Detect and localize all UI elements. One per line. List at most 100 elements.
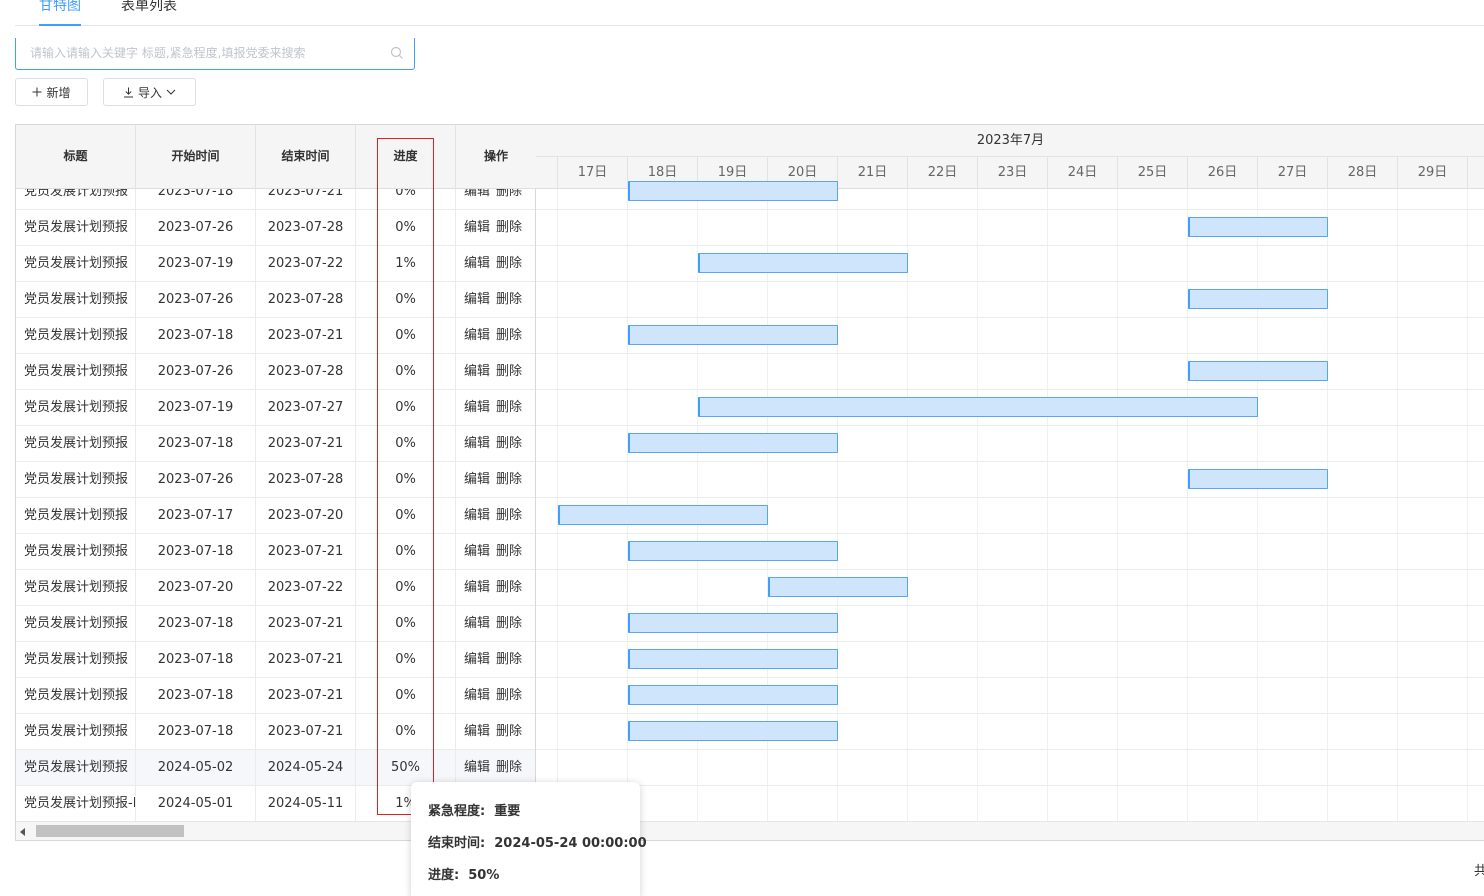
table-row[interactable]: 党员发展计划预报 2023-07-18 2023-07-21 0% 编辑 删除: [16, 318, 535, 354]
task-bar[interactable]: [628, 433, 838, 453]
table-row[interactable]: 党员发展计划预报 2023-07-18 2023-07-21 0% 编辑 删除: [16, 426, 535, 462]
edit-link[interactable]: 编辑: [464, 544, 490, 559]
delete-link[interactable]: 删除: [496, 652, 522, 667]
edit-link[interactable]: 编辑: [464, 616, 490, 631]
delete-link[interactable]: 删除: [496, 436, 522, 451]
delete-link[interactable]: 删除: [496, 724, 522, 739]
delete-link[interactable]: 删除: [496, 580, 522, 595]
cell-start-date: 2023-07-26: [136, 210, 256, 245]
task-bar[interactable]: [628, 613, 838, 633]
table-row[interactable]: 党员发展计划预报 2023-07-18 2023-07-21 0% 编辑 删除: [16, 606, 535, 642]
timeline-gridline: [977, 189, 978, 821]
scrollbar-thumb[interactable]: [36, 825, 184, 837]
delete-link[interactable]: 删除: [496, 220, 522, 235]
cell-title: 党员发展计划预报: [16, 498, 136, 533]
edit-link[interactable]: 编辑: [464, 508, 490, 523]
task-bar[interactable]: [1188, 217, 1328, 237]
edit-link[interactable]: 编辑: [464, 400, 490, 415]
table-row[interactable]: 党员发展计划预报 2023-07-19 2023-07-27 0% 编辑 删除: [16, 390, 535, 426]
edit-link[interactable]: 编辑: [464, 364, 490, 379]
timeline-row-divider: [536, 605, 1484, 606]
cell-actions: 编辑删除: [456, 714, 535, 749]
delete-link[interactable]: 删除: [496, 364, 522, 379]
table-row[interactable]: 党员发展计划预报 2023-07-18 2023-07-21 0% 编辑 删除: [16, 534, 535, 570]
table-row[interactable]: 党员发展计划预报 2023-07-26 2023-07-28 0% 编辑 删除: [16, 282, 535, 318]
timeline-body: [536, 181, 1484, 821]
delete-link[interactable]: 删除: [496, 760, 522, 775]
task-bar[interactable]: [628, 685, 838, 705]
table-row[interactable]: 党员发展计划预报 2023-07-17 2023-07-20 0% 编辑 删除: [16, 498, 535, 534]
delete-link[interactable]: 删除: [496, 189, 522, 199]
timeline-row-divider: [536, 569, 1484, 570]
column-header-title: 标题: [16, 125, 136, 189]
table-row[interactable]: 党员发展计划预报 2023-07-26 2023-07-28 0% 编辑 删除: [16, 354, 535, 390]
search-input[interactable]: [30, 42, 380, 64]
cell-progress: 0%: [356, 426, 456, 461]
tab-gantt[interactable]: 甘特图: [39, 0, 81, 21]
task-bar[interactable]: [628, 181, 838, 201]
edit-link[interactable]: 编辑: [464, 189, 490, 199]
edit-link[interactable]: 编辑: [464, 580, 490, 595]
pagination-total: 共: [1474, 864, 1484, 879]
delete-link[interactable]: 删除: [496, 544, 522, 559]
table-row[interactable]: 党员发展计划预报 2024-05-02 2024-05-24 50% 编辑 删除: [16, 750, 535, 786]
delete-link[interactable]: 删除: [496, 292, 522, 307]
delete-link[interactable]: 删除: [496, 328, 522, 343]
task-bar[interactable]: [1188, 289, 1328, 309]
cell-progress: 0%: [356, 498, 456, 533]
delete-link[interactable]: 删除: [496, 472, 522, 487]
timeline-row-divider: [536, 281, 1484, 282]
timeline-gridline: [1117, 189, 1118, 821]
edit-link[interactable]: 编辑: [464, 760, 490, 775]
tab-form-list[interactable]: 表单列表: [121, 0, 177, 21]
timeline-row-divider: [536, 713, 1484, 714]
task-bar[interactable]: [628, 721, 838, 741]
table-row[interactable]: 党员发展计划预报 2023-07-26 2023-07-28 0% 编辑 删除: [16, 210, 535, 246]
table-row[interactable]: 党员发展计划预报 2023-07-20 2023-07-22 0% 编辑 删除: [16, 570, 535, 606]
edit-link[interactable]: 编辑: [464, 688, 490, 703]
table-row[interactable]: 党员发展计划预报 2023-07-18 2023-07-21 0% 编辑 删除: [16, 678, 535, 714]
task-bar[interactable]: [768, 577, 908, 597]
tooltip-end-label: 结束时间:: [428, 836, 486, 851]
timeline-row-divider: [536, 533, 1484, 534]
edit-link[interactable]: 编辑: [464, 472, 490, 487]
scroll-left-arrow-icon[interactable]: [20, 828, 25, 836]
delete-link[interactable]: 删除: [496, 688, 522, 703]
table-row[interactable]: 党员发展计划预报 2023-07-18 2023-07-21 0% 编辑 删除: [16, 714, 535, 750]
task-bar[interactable]: [1188, 469, 1328, 489]
edit-link[interactable]: 编辑: [464, 436, 490, 451]
edit-link[interactable]: 编辑: [464, 328, 490, 343]
task-bar[interactable]: [628, 649, 838, 669]
delete-link[interactable]: 删除: [496, 400, 522, 415]
horizontal-scrollbar[interactable]: [16, 821, 1484, 840]
delete-link[interactable]: 删除: [496, 508, 522, 523]
edit-link[interactable]: 编辑: [464, 652, 490, 667]
timeline-row-divider: [536, 641, 1484, 642]
import-button[interactable]: 导入: [103, 78, 196, 106]
task-bar[interactable]: [1188, 361, 1328, 381]
import-button-label: 导入: [137, 85, 162, 100]
table-row[interactable]: 党员发展计划预报 2023-07-26 2023-07-28 0% 编辑 删除: [16, 462, 535, 498]
table-row[interactable]: 党员发展计划预报 2023-07-18 2023-07-21 0% 编辑 删除: [16, 189, 535, 210]
delete-link[interactable]: 删除: [496, 616, 522, 631]
table-row[interactable]: 党员发展计划预报 2023-07-18 2023-07-21 0% 编辑 删除: [16, 642, 535, 678]
timeline-gridline: [1327, 189, 1328, 821]
cell-actions: 编辑删除: [456, 318, 535, 353]
task-bar[interactable]: [698, 253, 908, 273]
table-row[interactable]: 党员发展计划预报 2023-07-19 2023-07-22 1% 编辑 删除: [16, 246, 535, 282]
add-button[interactable]: 新增: [15, 78, 88, 106]
search-icon[interactable]: [390, 46, 404, 60]
edit-link[interactable]: 编辑: [464, 724, 490, 739]
column-header-actions: 操作: [483, 149, 508, 163]
cell-start-date: 2023-07-18: [136, 642, 256, 677]
cell-start-date: 2023-07-18: [136, 678, 256, 713]
edit-link[interactable]: 编辑: [464, 292, 490, 307]
edit-link[interactable]: 编辑: [464, 220, 490, 235]
edit-link[interactable]: 编辑: [464, 256, 490, 271]
delete-link[interactable]: 删除: [496, 256, 522, 271]
task-bar[interactable]: [558, 505, 768, 525]
cell-actions: 编辑删除: [456, 426, 535, 461]
task-bar[interactable]: [628, 541, 838, 561]
task-bar[interactable]: [698, 397, 1258, 417]
task-bar[interactable]: [628, 325, 838, 345]
